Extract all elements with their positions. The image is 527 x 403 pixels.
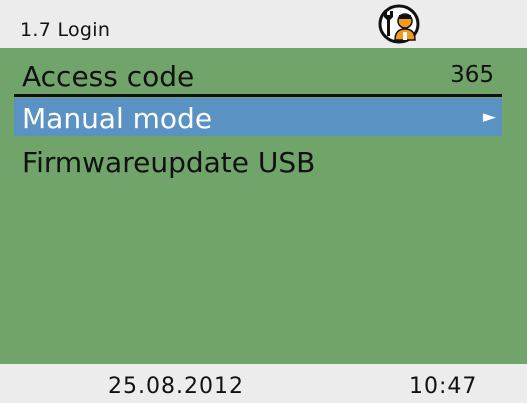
- menu-item-label: Access code: [22, 60, 195, 93]
- menu-item-firmware-update-usb[interactable]: Firmwareupdate USB: [14, 142, 502, 180]
- menu-area: Access code 365 Manual mode ► Firmwareup…: [0, 48, 527, 364]
- menu-item-access-code[interactable]: Access code 365: [14, 56, 502, 97]
- menu-item-label: Firmwareupdate USB: [22, 146, 316, 179]
- page-title: 1.7 Login: [20, 19, 111, 41]
- controller-display: 1.7 Login Access code 365 Manual mode ► …: [0, 0, 527, 403]
- menu-item-manual-mode[interactable]: Manual mode ►: [14, 98, 502, 136]
- status-bar: 25.08.2012 10:47: [0, 364, 527, 403]
- menu-item-label: Manual mode: [22, 102, 213, 135]
- access-code-value: 365: [450, 62, 494, 88]
- service-technician-icon[interactable]: [377, 4, 421, 44]
- header-bar: 1.7 Login: [0, 0, 527, 48]
- date-display: 25.08.2012: [108, 374, 244, 399]
- time-display: 10:47: [409, 374, 478, 399]
- submenu-arrow-icon: ►: [482, 107, 496, 127]
